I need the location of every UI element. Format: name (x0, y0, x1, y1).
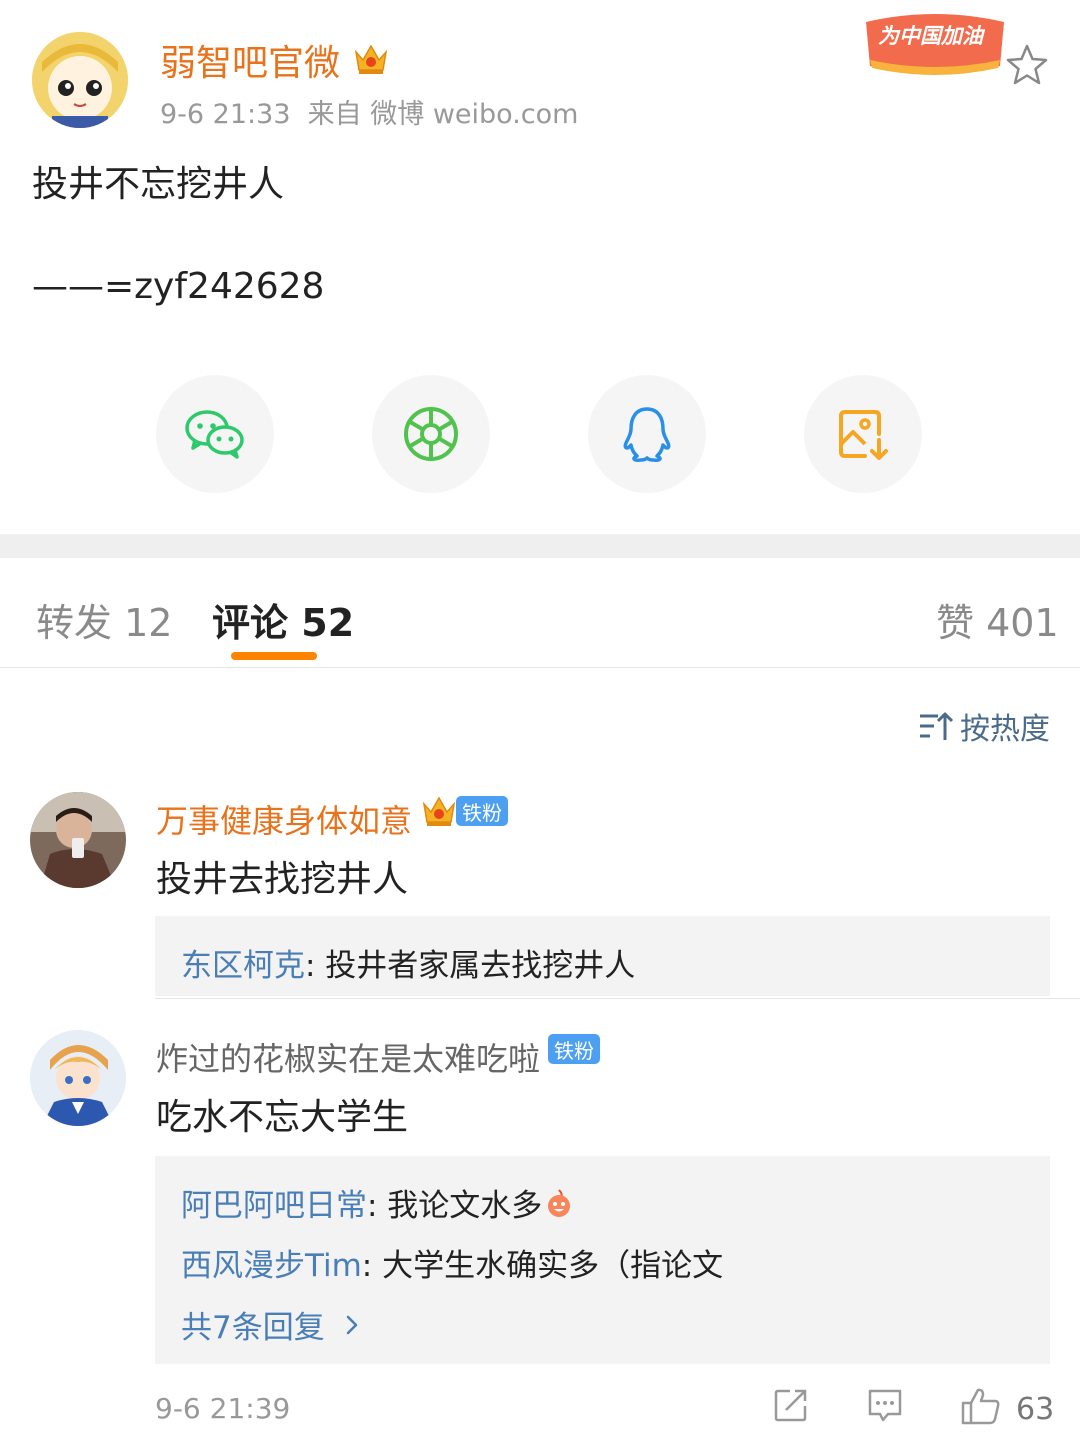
comment-avatar[interactable] (30, 792, 126, 888)
comment-avatar[interactable] (30, 1030, 126, 1126)
post-text-line2: ——=zyf242628 (32, 266, 325, 307)
comment-author[interactable]: 万事健康身体如意 (156, 796, 412, 842)
like-comment-button[interactable] (960, 1386, 1002, 1430)
comment-author[interactable]: 炸过的花椒实在是太难吃啦 (156, 1034, 540, 1080)
section-divider (0, 534, 1080, 558)
save-image-button[interactable] (804, 375, 922, 493)
sort-icon (920, 712, 954, 740)
reply-item[interactable]: 阿巴阿吧日常: 我论文水多 (181, 1180, 574, 1225)
reply-box[interactable]: 阿巴阿吧日常: 我论文水多 西风漫步Tim: 大学生水确实多（指论文 共7条回复 (155, 1156, 1050, 1364)
active-tab-indicator (231, 652, 317, 660)
like-count: 63 (1016, 1392, 1055, 1427)
reply-author[interactable]: 阿巴阿吧日常 (181, 1180, 367, 1225)
vip-crown-icon (352, 40, 390, 76)
comment-text: 投井去找挖井人 (156, 859, 409, 900)
chevron-right-icon (346, 1315, 357, 1334)
more-replies-link[interactable]: 共7条回复 (181, 1302, 367, 1347)
moments-icon (404, 407, 458, 461)
comment-text: 吃水不忘大学生 (156, 1097, 409, 1138)
fan-badge: 铁粉 (548, 1034, 600, 1064)
promo-badge-text: 为中国加油 (878, 24, 983, 48)
more-replies-label: 共7条回复 (181, 1310, 325, 1346)
share-moments-button[interactable] (372, 375, 490, 493)
tab-likes-label: 赞 (936, 601, 975, 645)
reply-text: : 大学生水确实多（指论文 (361, 1248, 724, 1284)
share-qq-button[interactable] (588, 375, 706, 493)
reply-text: : 投井者家属去找挖井人 (305, 948, 636, 984)
comment-time: 9-6 21:39 (155, 1392, 291, 1425)
thumbs-up-icon (961, 1388, 1000, 1425)
tab-comments-count: 52 (301, 601, 355, 645)
tab-comments[interactable]: 评论 52 (212, 592, 354, 647)
repost-comment-button[interactable] (772, 1386, 810, 1428)
sort-label: 按热度 (960, 712, 1050, 747)
tab-repost[interactable]: 转发 12 (36, 592, 172, 647)
author-name[interactable]: 弱智吧官微 (160, 34, 340, 86)
post-time: 9-6 21:33 (160, 99, 291, 130)
vip-crown-icon (420, 792, 458, 828)
share-out-icon (774, 1389, 807, 1422)
promo-badge[interactable]: 为中国加油 (860, 8, 1010, 78)
tab-likes-count: 401 (986, 601, 1059, 645)
post-body: 投井不忘挖井人 ——=zyf242628 (32, 158, 324, 314)
comment-bubble-icon (868, 1389, 902, 1422)
reply-item[interactable]: 东区柯克: 投井者家属去找挖井人 (181, 940, 635, 985)
emoji-sticker-icon (548, 1188, 571, 1217)
fan-badge: 铁粉 (456, 796, 508, 826)
tab-repost-label: 转发 (36, 601, 113, 645)
qq-icon (623, 407, 671, 462)
author-avatar[interactable] (32, 32, 128, 128)
share-wechat-button[interactable] (156, 375, 274, 493)
sort-by-hot-button[interactable]: 按热度 (918, 704, 1050, 748)
save-image-icon (839, 410, 888, 460)
reply-item[interactable]: 西风漫步Tim: 大学生水确实多（指论文 (181, 1240, 723, 1285)
reply-comment-button[interactable] (866, 1386, 904, 1428)
reply-text: : 我论文水多 (367, 1188, 543, 1224)
post-text-line1: 投井不忘挖井人 (32, 164, 285, 205)
tabs-divider (0, 667, 1080, 668)
post-meta: 9-6 21:33 来自 微博 weibo.com (160, 92, 578, 131)
tab-comments-label: 评论 (212, 601, 289, 645)
favorite-star-icon[interactable] (1004, 42, 1050, 88)
post-source: 来自 微博 weibo.com (307, 99, 579, 130)
tab-likes[interactable]: 赞 401 (936, 592, 1059, 647)
wechat-icon (185, 410, 244, 459)
tab-repost-count: 12 (124, 601, 173, 645)
reply-author[interactable]: 西风漫步Tim (181, 1248, 362, 1284)
reply-author[interactable]: 东区柯克 (181, 948, 305, 984)
comment-separator (155, 998, 1080, 999)
reply-box[interactable]: 东区柯克: 投井者家属去找挖井人 (155, 916, 1050, 996)
